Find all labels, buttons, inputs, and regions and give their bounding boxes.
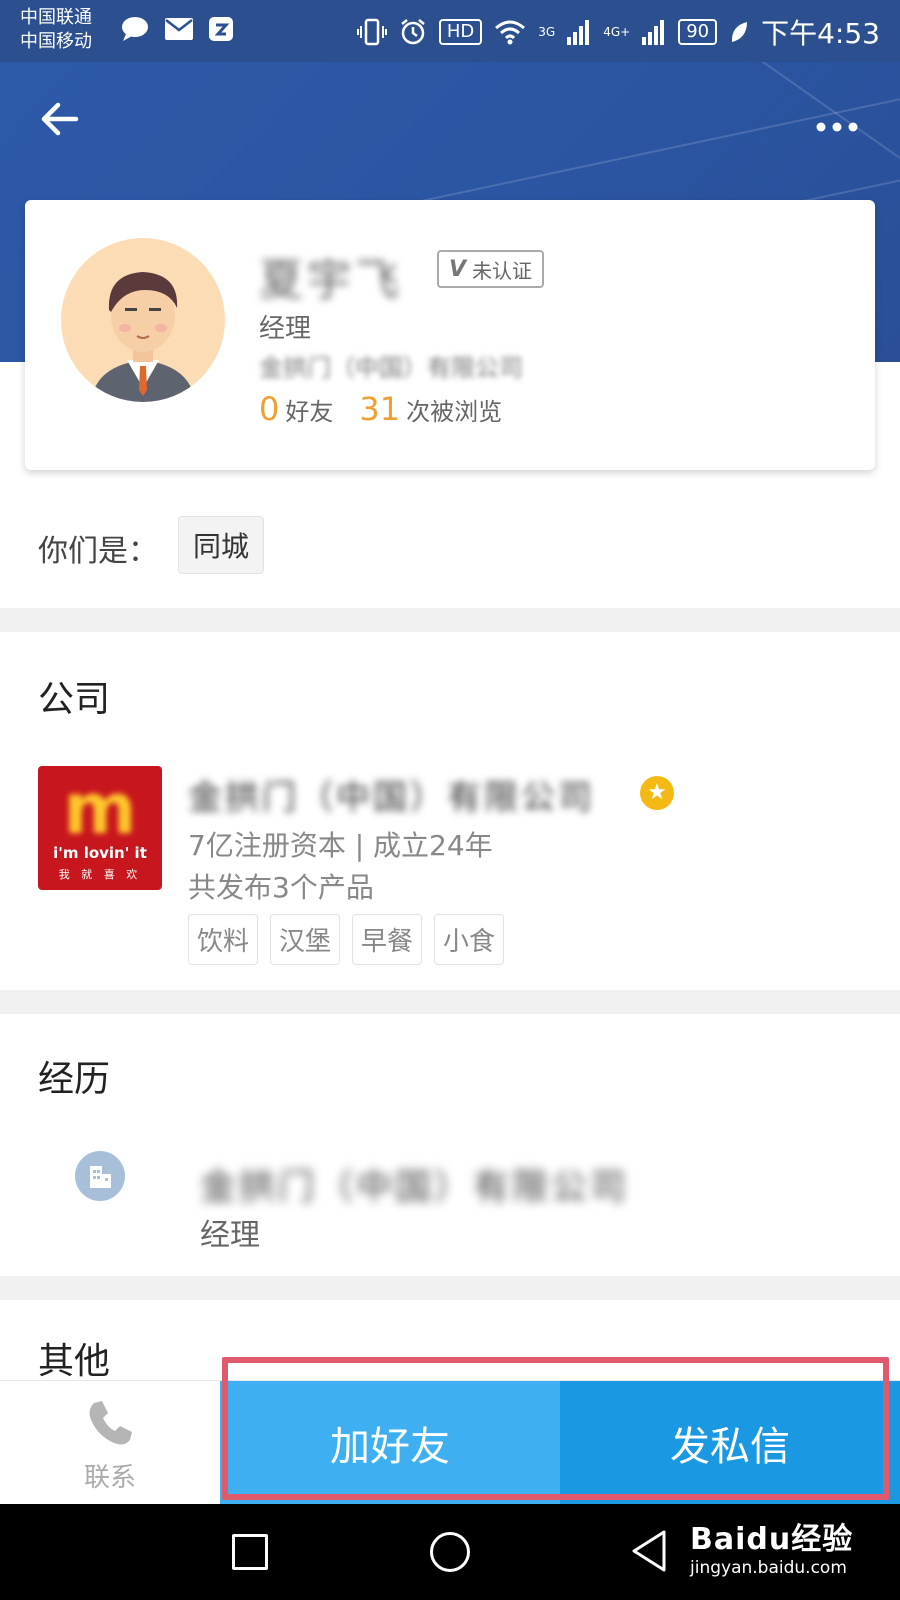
signal-icon-1	[567, 20, 590, 45]
clock: 下午4:53	[761, 17, 880, 50]
profile-title: 经理	[259, 314, 312, 344]
verify-v-icon: V	[449, 256, 467, 282]
contact-label: 联系	[83, 1463, 136, 1493]
relation-row: 你们是： 同城	[0, 490, 900, 605]
signal-icon-2	[642, 20, 665, 45]
profile-card: 夏宇飞 V 未认证 经理 金拱门（中国）有限公司 0 好友 31 次被浏览	[25, 200, 875, 470]
hd-badge: HD	[438, 19, 483, 45]
product-tag[interactable]: 饮料	[188, 914, 259, 965]
home-icon[interactable]	[430, 1532, 470, 1572]
mail-icon	[165, 18, 193, 40]
chat-bubble-icon	[122, 17, 148, 41]
section-divider	[0, 990, 900, 1014]
app-notification-icon	[209, 17, 233, 41]
company-info: 7亿注册资本 | 成立24年	[188, 829, 493, 862]
views-count: 31	[359, 390, 401, 428]
logo-slogan-chinese: 我 就 喜 欢	[58, 868, 142, 881]
profile-name: 夏宇飞	[259, 255, 403, 306]
verification-badge[interactable]: V 未认证	[437, 250, 545, 288]
avatar-illustration-icon	[91, 272, 195, 402]
more-button[interactable]	[812, 97, 862, 147]
verification-label: 未认证	[472, 258, 533, 283]
carrier-1: 中国联通	[20, 7, 92, 28]
friends-count: 0	[259, 390, 280, 428]
network-type-1: 3G	[538, 25, 556, 39]
back-button[interactable]	[38, 97, 88, 147]
more-dots-icon	[816, 122, 858, 132]
back-arrow-icon	[41, 102, 79, 136]
status-indicators: HD 3G 4G+ 90 下午4:53	[356, 12, 880, 52]
system-navigation-bar: Baidu经验 jingyan.baidu.com	[0, 1504, 900, 1600]
logo-slogan: i'm lovin' it	[53, 844, 147, 862]
watermark-url: jingyan.baidu.com	[690, 1558, 847, 1578]
nav-back-icon[interactable]	[626, 1526, 676, 1576]
section-divider	[0, 608, 900, 632]
product-tag[interactable]: 小食	[434, 914, 505, 965]
other-section-title: 其他	[38, 1341, 111, 1382]
battery-indicator: 90	[678, 19, 718, 45]
experience-role: 经理	[200, 1218, 260, 1253]
notification-icons	[120, 16, 234, 42]
section-divider	[0, 1276, 900, 1300]
product-tag[interactable]: 早餐	[352, 914, 423, 965]
avatar[interactable]	[61, 238, 225, 402]
company-logo[interactable]: m i'm lovin' it 我 就 喜 欢	[38, 766, 162, 890]
alarm-icon	[401, 19, 425, 45]
wifi-icon	[495, 20, 526, 45]
carrier-names: 中国联通 中国移动	[20, 6, 92, 54]
product-tags: 饮料 汉堡 早餐 小食	[188, 914, 505, 965]
building-icon	[75, 1151, 125, 1201]
status-bar: 中国联通 中国移动 HD 3G 4G+ 90 下午4:53	[0, 0, 900, 62]
add-friend-button[interactable]: 加好友	[220, 1381, 560, 1505]
contact-button[interactable]: 联系	[0, 1381, 220, 1505]
profile-stats: 0 好友 31 次被浏览	[259, 390, 502, 428]
send-message-button[interactable]: 发私信	[560, 1381, 900, 1505]
phone-icon	[89, 1401, 132, 1445]
experience-company: 金拱门（中国）有限公司	[200, 1167, 630, 1208]
friends-label: 好友	[285, 398, 334, 426]
relation-label: 你们是：	[38, 534, 158, 569]
leaf-icon	[732, 22, 748, 42]
recent-apps-icon[interactable]	[232, 1534, 268, 1570]
company-products: 共发布3个产品	[188, 871, 374, 904]
medal-icon: ★	[640, 776, 674, 810]
watermark: Baidu经验 jingyan.baidu.com	[690, 1514, 853, 1578]
network-type-2: 4G+	[603, 25, 631, 39]
arches-logo-icon: m	[63, 768, 137, 850]
product-tag[interactable]: 汉堡	[270, 914, 341, 965]
views-label: 次被浏览	[406, 398, 503, 426]
profile-company: 金拱门（中国）有限公司	[259, 354, 523, 382]
watermark-logo: Baidu经验	[690, 1522, 854, 1557]
vibrate-icon	[356, 18, 387, 46]
company-name[interactable]: 金拱门（中国）有限公司	[188, 770, 595, 819]
experience-section-title: 经历	[38, 1059, 111, 1100]
carrier-2: 中国移动	[20, 31, 92, 52]
bottom-action-bar: 联系 加好友 发私信	[0, 1380, 900, 1505]
company-section-title: 公司	[38, 679, 111, 720]
relation-tag: 同城	[178, 516, 265, 574]
